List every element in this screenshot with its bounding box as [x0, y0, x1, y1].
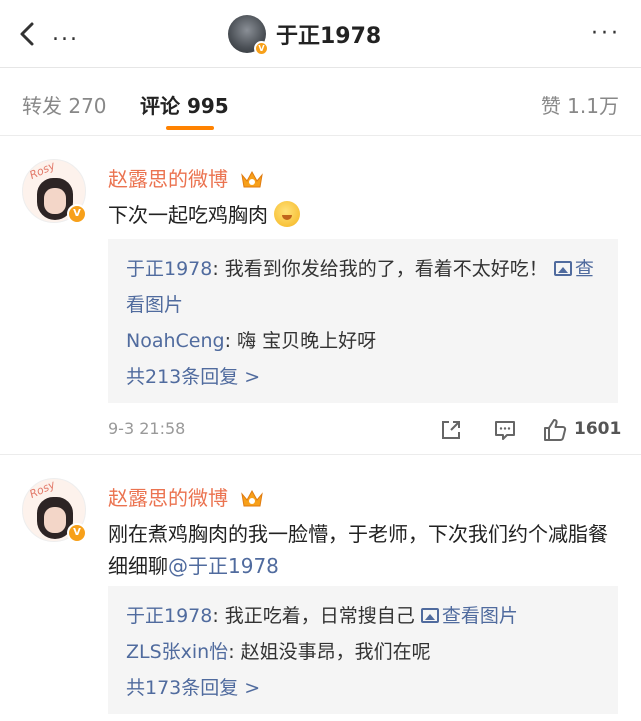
- timestamp: 9-3 21:58: [108, 419, 186, 438]
- mention-link[interactable]: @于正1978: [168, 554, 279, 578]
- reply-author[interactable]: 于正1978: [126, 605, 212, 627]
- vip-crown-icon: [241, 489, 264, 507]
- total-replies-link[interactable]: 共173条回复 >: [126, 670, 600, 706]
- tab-repost[interactable]: 转发 270: [22, 90, 107, 119]
- emoji-icon: [274, 201, 300, 227]
- verified-v-icon: V: [67, 523, 87, 543]
- avatar[interactable]: Rosy V: [22, 478, 87, 543]
- overflow-left-button[interactable]: ...: [52, 20, 79, 48]
- comment-meta: 9-3 21:58 1601: [108, 417, 622, 445]
- reply-line: 于正1978: 我看到你发给我的了，看着不太好吃！ 查看图片: [126, 251, 600, 323]
- active-tab-indicator: [166, 126, 214, 130]
- comment-username[interactable]: 赵露思的微博: [108, 163, 264, 192]
- comment-item: Rosy V 赵露思的微博 刚在煮鸡胸肉的我一脸懵，于老师，下次我们约个减脂餐细…: [0, 456, 641, 721]
- comment-text: 下次一起吃鸡胸肉: [108, 199, 618, 231]
- comment-body: 下次一起吃鸡胸肉: [108, 203, 268, 227]
- share-icon[interactable]: [438, 417, 464, 443]
- reply-text: : 赵姐没事昂，我们在呢: [228, 641, 431, 663]
- comment-username[interactable]: 赵露思的微博: [108, 482, 264, 511]
- total-replies-link[interactable]: 共213条回复 >: [126, 359, 600, 395]
- verified-v-icon: V: [67, 204, 87, 224]
- image-icon: [553, 261, 572, 276]
- back-chevron-icon[interactable]: [14, 20, 42, 48]
- page-title: 于正1978: [276, 24, 382, 49]
- reply-text: : 嗨 宝贝晚上好呀: [224, 330, 377, 352]
- vip-crown-icon: [241, 170, 264, 188]
- like-count: 1601: [574, 419, 622, 439]
- reply-line: ZLS张xin怡: 赵姐没事昂，我们在呢: [126, 634, 600, 670]
- reply-box[interactable]: 于正1978: 我看到你发给我的了，看着不太好吃！ 查看图片 NoahCeng:…: [108, 239, 618, 403]
- avatar-face: [44, 188, 66, 214]
- avatar-face: [44, 507, 66, 533]
- reply-line: 于正1978: 我正吃着，日常搜自己 查看图片: [126, 598, 600, 634]
- reply-author[interactable]: ZLS张xin怡: [126, 641, 228, 663]
- reply-icon[interactable]: [492, 417, 518, 443]
- reply-text: : 我看到你发给我的了，看着不太好吃！: [212, 258, 548, 280]
- reply-author[interactable]: 于正1978: [126, 258, 212, 280]
- comment-text: 刚在煮鸡胸肉的我一脸懵，于老师，下次我们约个减脂餐细细聊@于正1978: [108, 518, 618, 582]
- username-text[interactable]: 赵露思的微博: [108, 167, 228, 191]
- reply-line: NoahCeng: 嗨 宝贝晚上好呀: [126, 323, 600, 359]
- title-area[interactable]: V 于正1978: [228, 14, 382, 56]
- more-options-button[interactable]: ···: [591, 20, 621, 48]
- username-text[interactable]: 赵露思的微博: [108, 486, 228, 510]
- tab-like[interactable]: 赞 1.1万: [541, 90, 619, 119]
- reply-author[interactable]: NoahCeng: [126, 330, 225, 352]
- comment-item: Rosy V 赵露思的微博 下次一起吃鸡胸肉 于正1978: 我看到你发给我的了…: [0, 137, 641, 455]
- verified-v-icon: V: [254, 41, 269, 56]
- avatar[interactable]: Rosy V: [22, 159, 87, 224]
- reply-text: : 我正吃着，日常搜自己: [212, 605, 415, 627]
- image-icon: [420, 608, 439, 623]
- avatar[interactable]: V: [228, 15, 269, 56]
- view-image-label[interactable]: 查看图片: [442, 605, 518, 627]
- top-bar: ... V 于正1978 ···: [0, 0, 641, 68]
- reply-box[interactable]: 于正1978: 我正吃着，日常搜自己 查看图片 ZLS张xin怡: 赵姐没事昂，…: [108, 586, 618, 714]
- thumbs-up-icon[interactable]: [542, 417, 568, 443]
- view-image-link[interactable]: 查看图片: [420, 605, 518, 627]
- tab-bar: 转发 270 评论 995 赞 1.1万: [0, 68, 641, 136]
